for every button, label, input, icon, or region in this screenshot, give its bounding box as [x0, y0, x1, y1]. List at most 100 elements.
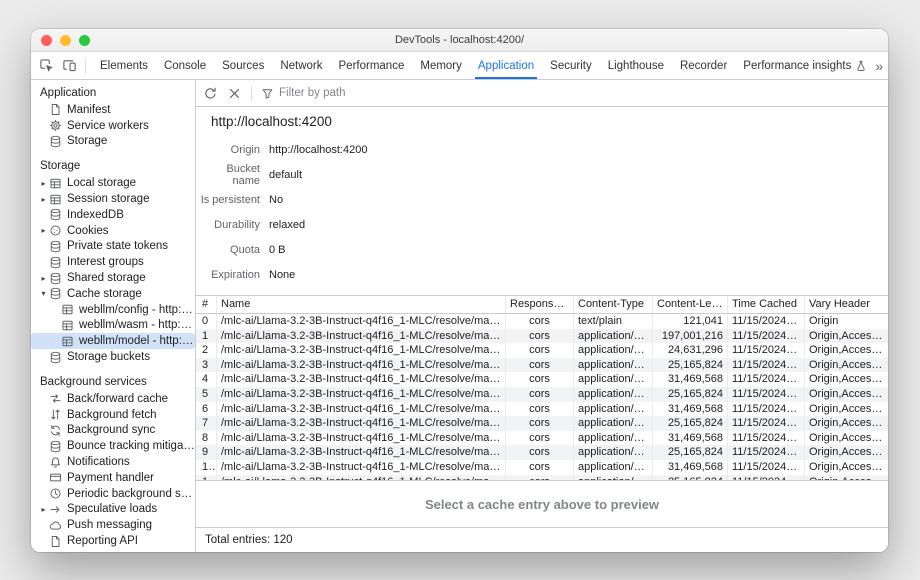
meta-label: Is persistent: [196, 194, 260, 206]
table-row[interactable]: 8/mlc-ai/Llama-3.2-3B-Instruct-q4f16_1-M…: [196, 431, 888, 446]
cell-response_type: cors: [506, 343, 574, 358]
sidebar-item-storage[interactable]: Storage: [31, 134, 195, 150]
tab-memory[interactable]: Memory: [412, 52, 470, 79]
sidebar-item-webllm-config-http-loc[interactable]: webllm/config - http://loc…: [31, 302, 195, 318]
meta-value: http://localhost:4200: [269, 144, 367, 156]
column-header-time-cached[interactable]: Time Cached: [728, 296, 805, 313]
cell-response_type: cors: [506, 431, 574, 446]
device-toolbar-icon[interactable]: [62, 58, 77, 73]
sidebar-item-service-workers[interactable]: Service workers: [31, 118, 195, 134]
cell-index: 9: [196, 445, 217, 460]
tab-network[interactable]: Network: [272, 52, 330, 79]
cell-index: 10: [196, 460, 217, 475]
table-row[interactable]: 6/mlc-ai/Llama-3.2-3B-Instruct-q4f16_1-M…: [196, 402, 888, 417]
table-row[interactable]: 7/mlc-ai/Llama-3.2-3B-Instruct-q4f16_1-M…: [196, 416, 888, 431]
table-row[interactable]: 3/mlc-ai/Llama-3.2-3B-Instruct-q4f16_1-M…: [196, 358, 888, 373]
expand-arrow-icon[interactable]: ▸: [38, 226, 49, 235]
cell-content_type: application/oc…: [574, 343, 653, 358]
table-icon: [61, 335, 74, 348]
tab-lighthouse[interactable]: Lighthouse: [600, 52, 672, 79]
table-header[interactable]: #NameResponse-TypeContent-TypeContent-Le…: [196, 296, 888, 314]
sidebar-item-webllm-wasm-http-loca[interactable]: webllm/wasm - http://loca…: [31, 318, 195, 334]
tab-recorder[interactable]: Recorder: [672, 52, 735, 79]
cell-content_length: 31,469,568: [653, 460, 728, 475]
refresh-icon[interactable]: [203, 86, 218, 101]
tab-performance-insights[interactable]: Performance insights: [735, 52, 875, 79]
cell-name: /mlc-ai/Llama-3.2-3B-Instruct-q4f16_1-ML…: [217, 372, 506, 387]
clear-icon[interactable]: [227, 86, 242, 101]
table-row[interactable]: 0/mlc-ai/Llama-3.2-3B-Instruct-q4f16_1-M…: [196, 314, 888, 329]
sidebar-item-manifest[interactable]: Manifest: [31, 102, 195, 118]
expand-arrow-icon[interactable]: ▸: [38, 274, 49, 283]
sidebar-item-local-storage[interactable]: ▸Local storage: [31, 175, 195, 191]
column-header-vary-header[interactable]: Vary Header: [805, 296, 888, 313]
sidebar-item-private-state-tokens[interactable]: Private state tokens: [31, 239, 195, 255]
sidebar-item-shared-storage[interactable]: ▸Shared storage: [31, 270, 195, 286]
document-icon: [49, 535, 62, 548]
sidebar-item-interest-groups[interactable]: Interest groups: [31, 254, 195, 270]
table-row[interactable]: 4/mlc-ai/Llama-3.2-3B-Instruct-q4f16_1-M…: [196, 372, 888, 387]
meta-label: Quota: [196, 244, 260, 256]
cell-content_length: 31,469,568: [653, 372, 728, 387]
sidebar-item-reporting-api[interactable]: Reporting API: [31, 533, 195, 549]
tab-console[interactable]: Console: [156, 52, 214, 79]
sidebar-item-bounce-tracking-mitigations[interactable]: Bounce tracking mitigations: [31, 438, 195, 454]
sidebar-item-payment-handler[interactable]: Payment handler: [31, 470, 195, 486]
sidebar-item-storage-buckets[interactable]: Storage buckets: [31, 349, 195, 365]
sidebar-item-background-fetch[interactable]: Background fetch: [31, 407, 195, 423]
sidebar-item-background-sync[interactable]: Background sync: [31, 423, 195, 439]
tab-performance[interactable]: Performance: [331, 52, 413, 79]
sidebar-item-periodic-background-sync[interactable]: Periodic background sync: [31, 486, 195, 502]
cell-name: /mlc-ai/Llama-3.2-3B-Instruct-q4f16_1-ML…: [217, 314, 506, 329]
filter-input[interactable]: Filter by path: [261, 87, 345, 100]
cell-time_cached: 11/15/2024, 10…: [728, 387, 805, 402]
sidebar-item-session-storage[interactable]: ▸Session storage: [31, 191, 195, 207]
tab-application[interactable]: Application: [470, 52, 542, 79]
expand-arrow-icon[interactable]: ▸: [38, 179, 49, 188]
column-header-content-length[interactable]: Content-Length: [653, 296, 728, 313]
sidebar-item-indexeddb[interactable]: IndexedDB: [31, 207, 195, 223]
tabbar-tabs: ElementsConsoleSourcesNetworkPerformance…: [92, 52, 875, 79]
cell-vary: Origin,Access…: [805, 460, 888, 475]
preview-panel: Select a cache entry above to preview: [196, 481, 888, 527]
column-header-[interactable]: #: [196, 296, 217, 313]
toolbar-divider: [251, 86, 252, 101]
cell-vary: Origin,Access…: [805, 372, 888, 387]
table-row[interactable]: 5/mlc-ai/Llama-3.2-3B-Instruct-q4f16_1-M…: [196, 387, 888, 402]
more-tabs-icon[interactable]: »: [875, 59, 883, 73]
sidebar-item-label: webllm/model - http://loc…: [79, 335, 195, 347]
cell-time_cached: 11/15/2024, 10…: [728, 431, 805, 446]
sidebar-item-push-messaging[interactable]: Push messaging: [31, 517, 195, 533]
column-header-name[interactable]: Name: [217, 296, 506, 313]
expand-arrow-icon[interactable]: ▸: [38, 195, 49, 204]
devtools-body: ApplicationManifestService workersStorag…: [31, 80, 888, 552]
column-header-response-type[interactable]: Response-Type: [506, 296, 574, 313]
table-row[interactable]: 1/mlc-ai/Llama-3.2-3B-Instruct-q4f16_1-M…: [196, 329, 888, 344]
sidebar-item-cookies[interactable]: ▸Cookies: [31, 223, 195, 239]
sidebar-item-notifications[interactable]: Notifications: [31, 454, 195, 470]
column-header-content-type[interactable]: Content-Type: [574, 296, 653, 313]
tab-elements[interactable]: Elements: [92, 52, 156, 79]
expand-arrow-icon[interactable]: ▾: [38, 289, 49, 298]
table-row[interactable]: 2/mlc-ai/Llama-3.2-3B-Instruct-q4f16_1-M…: [196, 343, 888, 358]
tab-label: Memory: [420, 60, 462, 72]
meta-row-durability: Durabilityrelaxed: [196, 212, 888, 237]
sidebar-item-speculative-loads[interactable]: ▸Speculative loads: [31, 502, 195, 518]
cell-content_type: application/oc…: [574, 460, 653, 475]
sidebar-item-webllm-model-http-loc[interactable]: webllm/model - http://loc…: [31, 333, 195, 349]
inspect-icon[interactable]: [39, 58, 54, 73]
cell-name: /mlc-ai/Llama-3.2-3B-Instruct-q4f16_1-ML…: [217, 416, 506, 431]
cell-vary: Origin,Access…: [805, 431, 888, 446]
meta-value: 0 B: [269, 244, 286, 256]
sidebar-item-label: Interest groups: [67, 256, 195, 268]
tab-label: Application: [478, 60, 534, 72]
table-row[interactable]: 9/mlc-ai/Llama-3.2-3B-Instruct-q4f16_1-M…: [196, 445, 888, 460]
tab-security[interactable]: Security: [542, 52, 600, 79]
cell-time_cached: 11/15/2024, 10…: [728, 460, 805, 475]
sidebar-item-back-forward-cache[interactable]: Back/forward cache: [31, 391, 195, 407]
table-row[interactable]: 10/mlc-ai/Llama-3.2-3B-Instruct-q4f16_1-…: [196, 460, 888, 475]
sidebar-item-cache-storage[interactable]: ▾Cache storage: [31, 286, 195, 302]
expand-arrow-icon[interactable]: ▸: [38, 505, 49, 514]
tab-sources[interactable]: Sources: [214, 52, 272, 79]
sidebar-item-label: Service workers: [67, 120, 195, 132]
